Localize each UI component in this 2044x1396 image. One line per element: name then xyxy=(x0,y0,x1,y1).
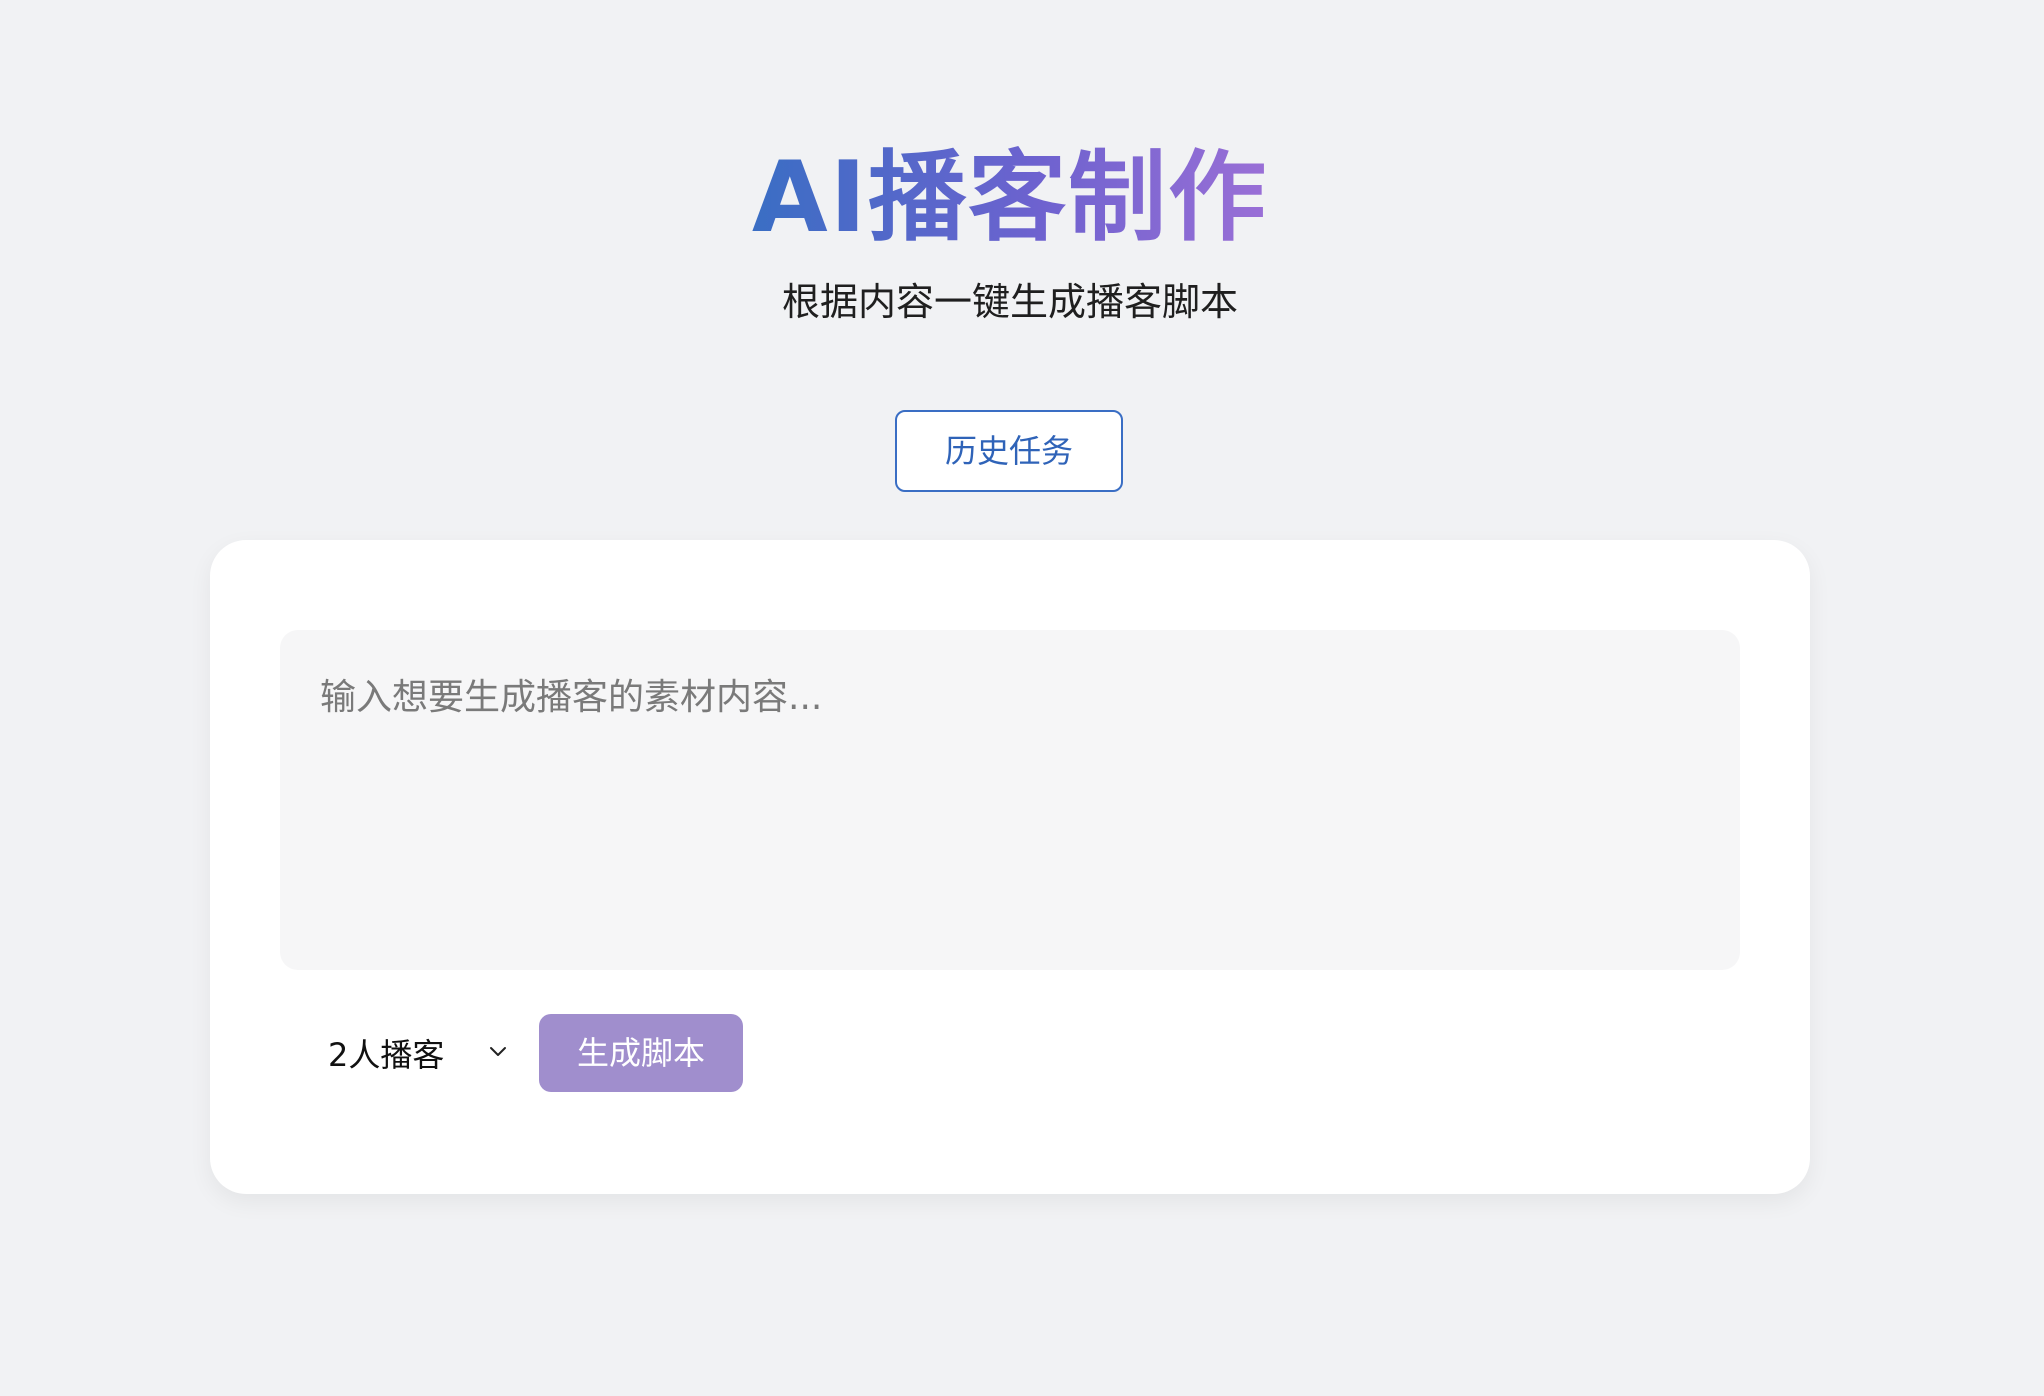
generate-script-button[interactable]: 生成脚本 xyxy=(539,1014,743,1092)
page-title-text: AI播客制作 xyxy=(751,141,1269,255)
page-title: AI播客制作 xyxy=(0,138,2020,258)
history-tasks-button[interactable]: 历史任务 xyxy=(895,410,1123,492)
chevron-down-icon xyxy=(490,1047,506,1056)
speaker-count-select[interactable]: 2人播客 xyxy=(280,1014,530,1092)
speaker-count-value: 2人播客 xyxy=(328,1036,445,1074)
podcast-form-card: 2人播客 生成脚本 xyxy=(210,540,1810,1194)
content-input[interactable] xyxy=(280,630,1740,970)
page-subtitle: 根据内容一键生成播客脚本 xyxy=(781,280,1238,324)
